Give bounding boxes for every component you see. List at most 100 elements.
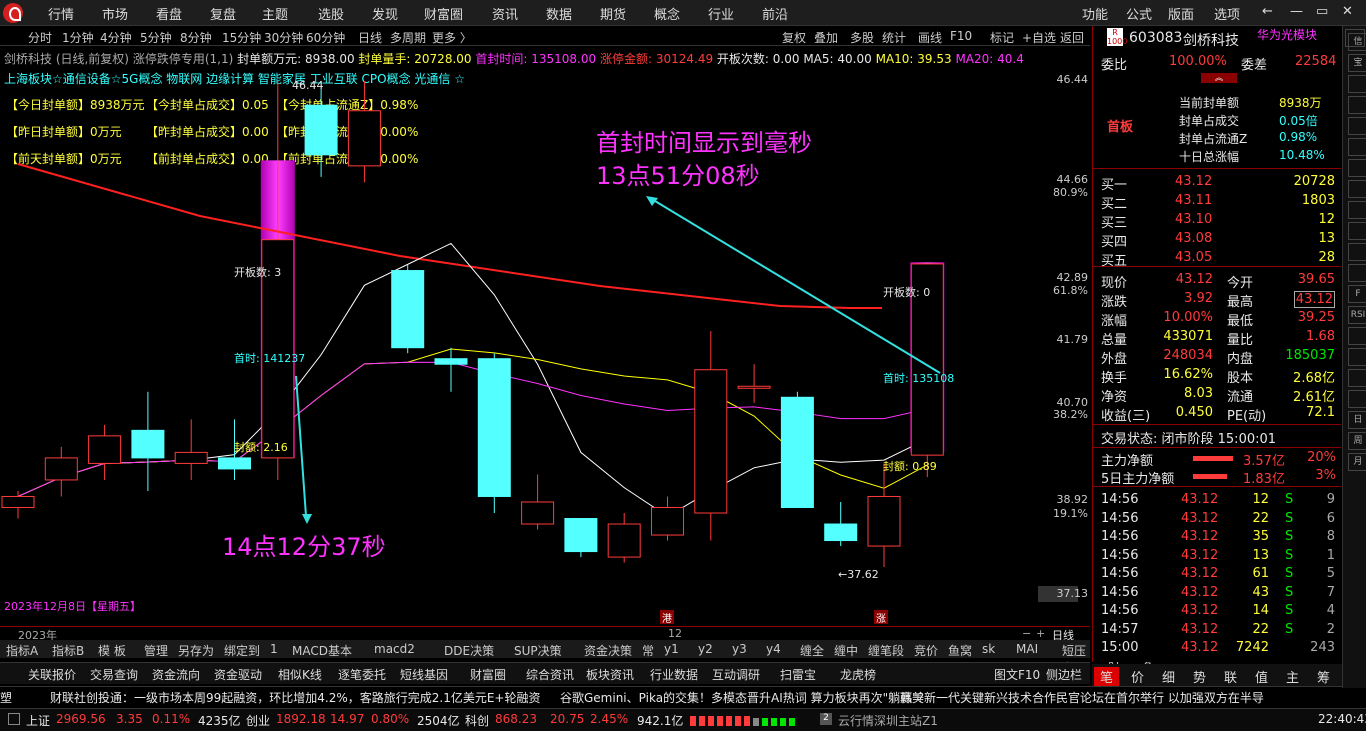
indicator-tab-21[interactable]: 鱼窝 bbox=[948, 642, 972, 659]
sidebar-btn-4[interactable] bbox=[1348, 117, 1366, 135]
indicator-tab-22[interactable]: sk bbox=[982, 642, 995, 656]
indicator-tab-7[interactable]: MACD基本 bbox=[292, 642, 352, 659]
toolbar-btn-8[interactable]: 返回 bbox=[1060, 29, 1084, 46]
func-btn-14[interactable]: 图文F10 bbox=[994, 666, 1040, 683]
indicator-tab-6[interactable]: 1 bbox=[270, 642, 278, 656]
ticker-item-0[interactable]: 塑 bbox=[0, 689, 12, 706]
server-name[interactable]: 云行情深圳主站Z1 bbox=[838, 712, 938, 729]
menu-11[interactable]: 概念 bbox=[654, 4, 680, 23]
indicator-tab-1[interactable]: 指标B bbox=[52, 642, 84, 659]
ticker-item-3[interactable]: 韩美新一代关键新兴技术合作民官论坛在首尔举行 以加强双方在半导 bbox=[900, 689, 1264, 706]
period-tab-4[interactable]: 8分钟 bbox=[180, 29, 212, 46]
period-tab-1[interactable]: 1分钟 bbox=[62, 29, 94, 46]
indicator-tab-19[interactable]: 缠笔段 bbox=[868, 642, 904, 659]
menu-7[interactable]: 财富圈 bbox=[424, 4, 463, 23]
period-tab-2[interactable]: 4分钟 bbox=[100, 29, 132, 46]
zoom-in-icon[interactable]: + bbox=[1036, 627, 1045, 640]
sidebar-btn-13[interactable]: RSI bbox=[1348, 306, 1366, 324]
menu-3[interactable]: 复盘 bbox=[210, 4, 236, 23]
indicator-tab-15[interactable]: y3 bbox=[732, 642, 747, 656]
indicator-tab-5[interactable]: 绑定到 bbox=[224, 642, 260, 659]
kline-chart[interactable] bbox=[0, 46, 1090, 626]
menu-8[interactable]: 资讯 bbox=[492, 4, 518, 23]
ticker-item-1[interactable]: 财联社创投通：一级市场本周99起融资，环比增加4.2%，客路旅行完成2.1亿美元… bbox=[50, 689, 540, 706]
indicator-tab-8[interactable]: macd2 bbox=[374, 642, 415, 656]
indicator-tab-11[interactable]: 资金决策 bbox=[584, 642, 632, 659]
sidebar-btn-8[interactable] bbox=[1348, 201, 1366, 219]
indicator-tab-18[interactable]: 缠中 bbox=[834, 642, 858, 659]
period-tab-10[interactable]: 更多 〉 bbox=[432, 29, 472, 46]
stock-tag[interactable]: 华为光模块 bbox=[1257, 26, 1317, 43]
quote-tab-4[interactable]: 联 bbox=[1224, 667, 1237, 686]
sidebar-btn-6[interactable] bbox=[1348, 159, 1366, 177]
func-btn-11[interactable]: 互动调研 bbox=[712, 666, 760, 683]
indicator-tab-20[interactable]: 竞价 bbox=[914, 642, 938, 659]
func-btn-10[interactable]: 行业数据 bbox=[650, 666, 698, 683]
menu-1[interactable]: 市场 bbox=[102, 4, 128, 23]
toolbar-btn-0[interactable]: 复权 bbox=[782, 29, 806, 46]
func-btn-0[interactable]: 关联报价 bbox=[28, 666, 76, 683]
sidebar-btn-19[interactable]: 周 bbox=[1348, 432, 1366, 450]
indicator-tab-4[interactable]: 另存为 bbox=[178, 642, 214, 659]
app-logo-icon[interactable] bbox=[3, 3, 23, 23]
settings-icon[interactable] bbox=[8, 713, 20, 725]
period-tab-0[interactable]: 分时 bbox=[28, 29, 52, 46]
period-tab-7[interactable]: 60分钟 bbox=[306, 29, 345, 46]
indicator-tab-16[interactable]: y4 bbox=[766, 642, 781, 656]
indicator-tab-3[interactable]: 管理 bbox=[144, 642, 168, 659]
index-kc-name[interactable]: 科创 bbox=[465, 712, 489, 729]
func-btn-13[interactable]: 龙虎榜 bbox=[840, 666, 876, 683]
indicator-tab-23[interactable]: MAI bbox=[1016, 642, 1038, 656]
sidebar-btn-11[interactable] bbox=[1348, 264, 1366, 282]
sidebar-btn-1[interactable]: 宝 bbox=[1348, 54, 1366, 72]
menu-9[interactable]: 数据 bbox=[546, 4, 572, 23]
minimize-icon[interactable]: — bbox=[1290, 4, 1303, 19]
func-btn-6[interactable]: 短线基因 bbox=[400, 666, 448, 683]
period-tab-9[interactable]: 多周期 bbox=[390, 29, 426, 46]
func-btn-3[interactable]: 资金驱动 bbox=[214, 666, 262, 683]
menu-right-3[interactable]: 选项 bbox=[1214, 4, 1240, 23]
func-btn-2[interactable]: 资金流向 bbox=[152, 666, 200, 683]
sidebar-btn-14[interactable] bbox=[1348, 327, 1366, 345]
func-btn-1[interactable]: 交易查询 bbox=[90, 666, 138, 683]
sidebar-btn-3[interactable] bbox=[1348, 96, 1366, 114]
func-btn-5[interactable]: 逐笔委托 bbox=[338, 666, 386, 683]
sidebar-btn-9[interactable] bbox=[1348, 222, 1366, 240]
indicator-tab-12[interactable]: 常 bbox=[642, 642, 654, 659]
menu-5[interactable]: 选股 bbox=[318, 4, 344, 23]
menu-6[interactable]: 发现 bbox=[372, 4, 398, 23]
toolbar-btn-7[interactable]: +自选 bbox=[1022, 29, 1056, 46]
sidebar-btn-10[interactable] bbox=[1348, 243, 1366, 261]
period-tab-6[interactable]: 30分钟 bbox=[264, 29, 303, 46]
sidebar-btn-0[interactable]: 信 bbox=[1348, 33, 1366, 51]
close-icon[interactable]: ✕ bbox=[1342, 4, 1353, 19]
indicator-tab-17[interactable]: 缠全 bbox=[800, 642, 824, 659]
sidebar-btn-20[interactable]: 月 bbox=[1348, 453, 1366, 471]
sidebar-btn-5[interactable] bbox=[1348, 138, 1366, 156]
quote-tab-7[interactable]: 筹 bbox=[1317, 667, 1330, 686]
zoom-out-icon[interactable]: − bbox=[1022, 627, 1031, 640]
menu-10[interactable]: 期货 bbox=[600, 4, 626, 23]
func-btn-7[interactable]: 财富圈 bbox=[470, 666, 506, 683]
collapse-icon[interactable]: ︽ bbox=[1201, 73, 1237, 83]
indicator-tab-14[interactable]: y2 bbox=[698, 642, 713, 656]
indicator-tab-0[interactable]: 指标A bbox=[6, 642, 38, 659]
period-tab-8[interactable]: 日线 bbox=[358, 29, 382, 46]
sidebar-btn-16[interactable] bbox=[1348, 369, 1366, 387]
sidebar-btn-17[interactable] bbox=[1348, 390, 1366, 408]
menu-right-0[interactable]: 功能 bbox=[1082, 4, 1108, 23]
func-btn-15[interactable]: 侧边栏 bbox=[1046, 666, 1082, 683]
index-sh-name[interactable]: 上证 bbox=[26, 712, 50, 729]
sidebar-btn-7[interactable] bbox=[1348, 180, 1366, 198]
toolbar-btn-5[interactable]: F10 bbox=[950, 29, 972, 43]
index-cy-name[interactable]: 创业 bbox=[246, 712, 270, 729]
sidebar-btn-15[interactable] bbox=[1348, 348, 1366, 366]
indicator-tab-10[interactable]: SUP决策 bbox=[514, 642, 562, 659]
toolbar-btn-3[interactable]: 统计 bbox=[882, 29, 906, 46]
toolbar-btn-6[interactable]: 标记 bbox=[990, 29, 1014, 46]
indicator-tab-13[interactable]: y1 bbox=[664, 642, 679, 656]
quote-tab-2[interactable]: 细 bbox=[1162, 667, 1175, 686]
toolbar-btn-4[interactable]: 画线 bbox=[918, 29, 942, 46]
quote-tab-6[interactable]: 主 bbox=[1286, 667, 1299, 686]
func-btn-8[interactable]: 综合资讯 bbox=[526, 666, 574, 683]
